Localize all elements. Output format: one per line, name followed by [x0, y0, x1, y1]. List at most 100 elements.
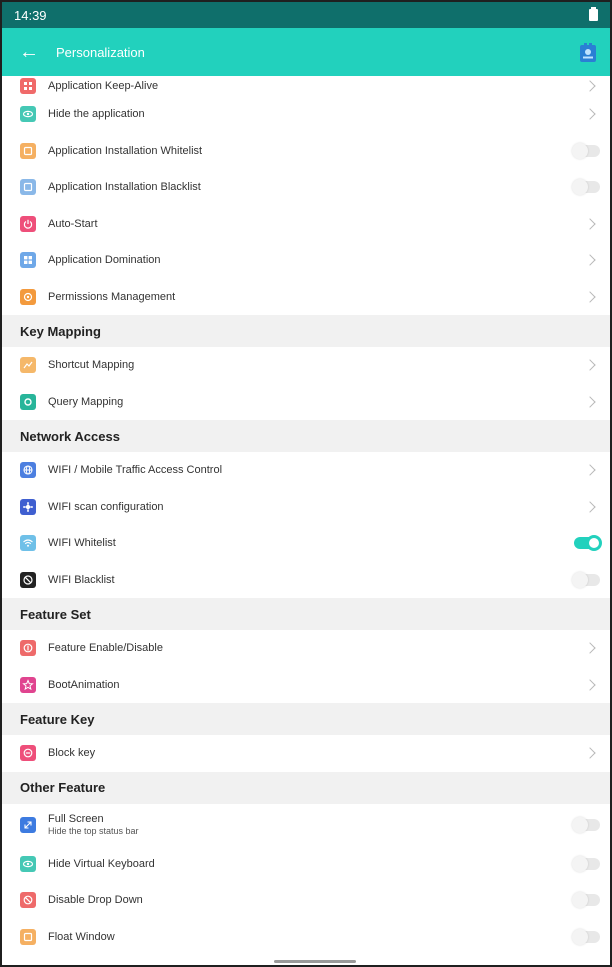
chevron-right-icon [584, 291, 596, 303]
row-label: Application Keep-Alive [48, 80, 159, 92]
row-label: Block key [48, 747, 96, 760]
toggle-switch[interactable] [572, 816, 600, 833]
row-float-window[interactable]: Float Window [2, 919, 610, 956]
row-label: BootAnimation [48, 678, 120, 691]
toggle-knob [572, 142, 588, 159]
screen: 14:39 ← Personalization Application Keep… [0, 0, 612, 967]
toggle-switch[interactable] [572, 855, 600, 872]
row-label: WIFI Whitelist [48, 537, 116, 550]
row-label: Permissions Management [48, 290, 176, 303]
toggle-knob [572, 179, 588, 196]
float-window-icon [20, 928, 36, 945]
row-full-screen[interactable]: Full Screen Hide the top status bar [2, 804, 610, 846]
query-icon [20, 393, 36, 410]
row-label: Float Window [48, 930, 115, 943]
row-label: Application Installation Whitelist [48, 144, 203, 157]
row-wifi-mobile-traffic-access-control[interactable]: WIFI / Mobile Traffic Access Control [2, 452, 610, 489]
row-label: WIFI / Mobile Traffic Access Control [48, 464, 223, 477]
row-label: Shortcut Mapping [48, 359, 135, 372]
block-key-icon [20, 745, 36, 762]
row-label: Auto-Start [48, 217, 98, 230]
chevron-right-icon [584, 80, 596, 92]
row-label: Hide Virtual Keyboard [48, 857, 155, 870]
back-arrow-icon[interactable]: ← [2, 41, 56, 64]
row-application-installation-blacklist[interactable]: Application Installation Blacklist [2, 169, 610, 206]
profile-card-icon[interactable] [578, 42, 598, 64]
home-indicator[interactable] [274, 960, 356, 963]
shortcut-icon [20, 357, 36, 374]
row-application-domination[interactable]: Application Domination [2, 242, 610, 279]
row-feature-enable-disable[interactable]: Feature Enable/Disable [2, 630, 610, 667]
chevron-right-icon [584, 679, 596, 691]
fullscreen-icon [20, 816, 36, 833]
row-hide-virtual-keyboard[interactable]: Hide Virtual Keyboard [2, 846, 610, 883]
chevron-right-icon [584, 501, 596, 513]
row-label: WIFI scan configuration [48, 500, 164, 513]
dropdown-block-icon [20, 892, 36, 909]
settings-list: Application Keep-Alive Hide the applicati… [2, 76, 610, 955]
row-shortcut-mapping[interactable]: Shortcut Mapping [2, 347, 610, 384]
section-header-feature-set: Feature Set [2, 598, 610, 630]
section-header-network-access: Network Access [2, 420, 610, 452]
hide-app-icon [20, 106, 36, 123]
status-bar: 14:39 [2, 2, 610, 28]
toggle-switch[interactable] [572, 179, 600, 196]
row-query-mapping[interactable]: Query Mapping [2, 384, 610, 421]
row-label: Application Installation Blacklist [48, 181, 201, 194]
keyboard-icon [20, 855, 36, 872]
row-label: Full Screen [48, 813, 104, 825]
row-label: Hide the application [48, 108, 145, 121]
row-auto-start[interactable]: Auto-Start [2, 206, 610, 243]
row-label: Disable Drop Down [48, 894, 143, 907]
chevron-right-icon [584, 747, 596, 759]
status-time: 14:39 [14, 7, 47, 23]
row-permissions-management[interactable]: Permissions Management [2, 279, 610, 316]
keep-alive-icon [20, 78, 36, 94]
row-label: Application Domination [48, 254, 161, 267]
row-label: Feature Enable/Disable [48, 642, 163, 655]
row-application-installation-whitelist[interactable]: Application Installation Whitelist [2, 133, 610, 170]
toggle-switch[interactable] [572, 928, 600, 945]
row-block-key[interactable]: Block key [2, 735, 610, 772]
boot-animation-icon [20, 676, 36, 693]
row-wifi-whitelist[interactable]: WIFI Whitelist [2, 525, 610, 562]
power-icon [20, 215, 36, 232]
section-header-feature-key: Feature Key [2, 703, 610, 735]
toggle-switch[interactable] [572, 571, 600, 588]
globe-icon [20, 462, 36, 479]
section-header-key-mapping: Key Mapping [2, 315, 610, 347]
row-wifi-blacklist[interactable]: WIFI Blacklist [2, 562, 610, 599]
toggle-switch[interactable] [572, 892, 600, 909]
chevron-right-icon [584, 396, 596, 408]
row-application-keep-alive[interactable]: Application Keep-Alive [2, 76, 610, 96]
row-label: Query Mapping [48, 395, 124, 408]
section-header-other-feature: Other Feature [2, 771, 610, 804]
feature-toggle-icon [20, 640, 36, 657]
wifi-block-icon [20, 571, 36, 588]
install-blacklist-icon [20, 179, 36, 196]
row-wifi-scan-configuration[interactable]: WIFI scan configuration [2, 489, 610, 526]
toggle-switch[interactable] [574, 535, 602, 552]
row-label-group: Full Screen Hide the top status bar [48, 813, 139, 836]
row-disable-drop-down[interactable]: Disable Drop Down [2, 882, 610, 919]
chevron-right-icon [584, 108, 596, 120]
battery-icon [589, 7, 598, 21]
wifi-icon [20, 535, 36, 552]
chevron-right-icon [584, 254, 596, 266]
chevron-right-icon [584, 359, 596, 371]
chevron-right-icon [584, 642, 596, 654]
row-label: WIFI Blacklist [48, 573, 115, 586]
toggle-knob [572, 928, 588, 945]
chevron-right-icon [584, 464, 596, 476]
row-hide-the-application[interactable]: Hide the application [2, 96, 610, 133]
toggle-knob [572, 571, 588, 588]
scan-config-icon [20, 498, 36, 515]
grid-icon [20, 252, 36, 269]
toggle-knob [572, 816, 588, 833]
app-bar: ← Personalization [2, 28, 610, 76]
permission-icon [20, 288, 36, 305]
page-title: Personalization [56, 44, 145, 60]
toggle-knob [572, 892, 588, 909]
toggle-switch[interactable] [572, 142, 600, 159]
row-bootanimation[interactable]: BootAnimation [2, 667, 610, 704]
